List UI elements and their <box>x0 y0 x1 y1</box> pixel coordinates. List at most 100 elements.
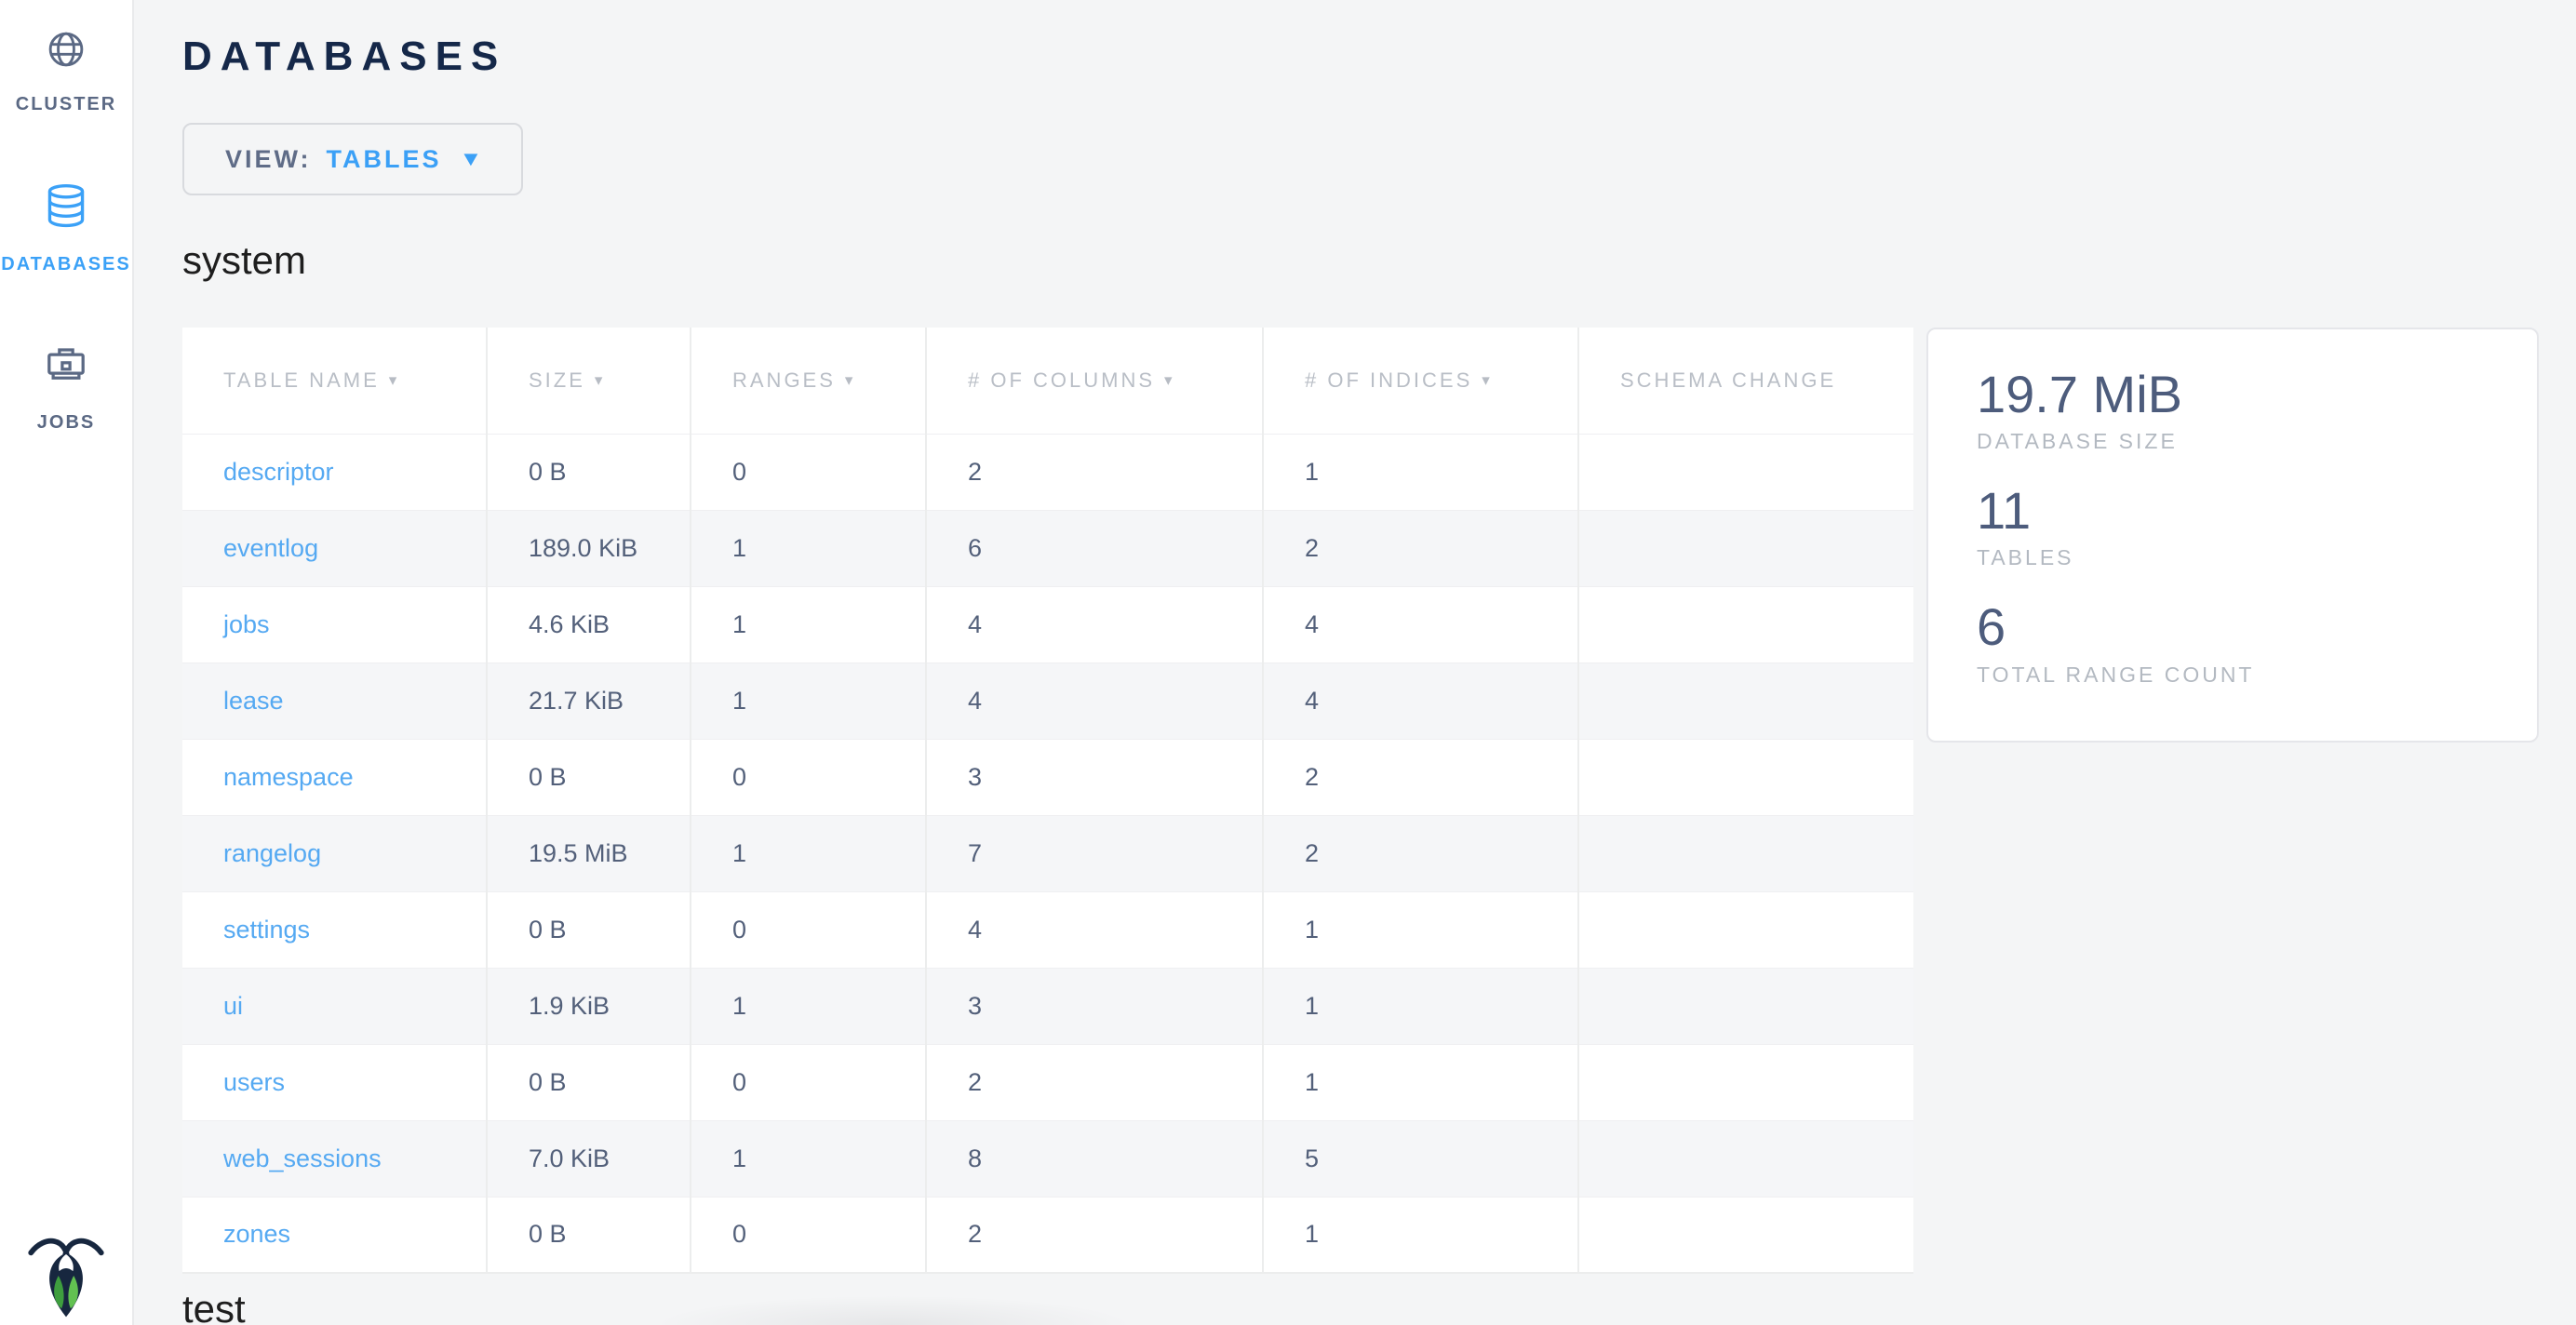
column-header-ranges[interactable]: RANGES▾ <box>691 328 926 434</box>
table-name-cell: web_sessions <box>182 1120 487 1197</box>
table-row: rangelog 19.5 MiB 1 7 2 <box>182 815 1913 891</box>
view-dropdown-label: VIEW: <box>225 145 312 174</box>
table-name-link[interactable]: web_sessions <box>223 1144 382 1172</box>
ranges-cell: 0 <box>691 1044 926 1120</box>
indices-count-cell: 2 <box>1263 510 1578 586</box>
view-dropdown[interactable]: VIEW: TABLES ▼ <box>182 123 523 195</box>
stat-total-range-count: 6 TOTAL RANGE COUNT <box>1977 596 2500 687</box>
table-name-cell: eventlog <box>182 510 487 586</box>
indices-count-cell: 1 <box>1263 1044 1578 1120</box>
stat-label: TABLES <box>1977 545 2500 570</box>
sidebar-item-label: CLUSTER <box>16 94 116 115</box>
table-row: web_sessions 7.0 KiB 1 8 5 <box>182 1120 1913 1197</box>
sidebar: CLUSTER DATABASES JOBS <box>0 0 134 1325</box>
size-cell: 0 B <box>487 1044 691 1120</box>
table-name-link[interactable]: rangelog <box>223 839 321 867</box>
schema-change-cell <box>1578 891 1913 968</box>
sidebar-item-label: JOBS <box>37 412 95 434</box>
tables-table: TABLE NAME▾ SIZE▾ RANGES▾ # OF COLUMNS▾ … <box>182 328 1913 1274</box>
columns-count-cell: 2 <box>926 1197 1263 1273</box>
column-header-table-name[interactable]: TABLE NAME▾ <box>182 328 487 434</box>
sidebar-item-databases[interactable]: DATABASES <box>0 181 132 275</box>
column-header-indices[interactable]: # OF INDICES▾ <box>1263 328 1578 434</box>
table-name-cell: lease <box>182 662 487 739</box>
sidebar-item-cluster[interactable]: CLUSTER <box>0 28 132 115</box>
table-name-link[interactable]: zones <box>223 1220 290 1248</box>
indices-count-cell: 4 <box>1263 662 1578 739</box>
columns-count-cell: 7 <box>926 815 1263 891</box>
table-name-link[interactable]: ui <box>223 992 243 1020</box>
indices-count-cell: 4 <box>1263 586 1578 662</box>
database-section-heading-system: system <box>182 238 2576 283</box>
stat-database-size: 19.7 MiB DATABASE SIZE <box>1977 363 2500 454</box>
table-row: lease 21.7 KiB 1 4 4 <box>182 662 1913 739</box>
database-summary-card: 19.7 MiB DATABASE SIZE 11 TABLES 6 TOTAL… <box>1926 328 2539 743</box>
size-cell: 19.5 MiB <box>487 815 691 891</box>
table-row: ui 1.9 KiB 1 3 1 <box>182 968 1913 1044</box>
column-header-schema-change: SCHEMA CHANGE <box>1578 328 1913 434</box>
page-title: DATABASES <box>182 33 2576 80</box>
column-header-size[interactable]: SIZE▾ <box>487 328 691 434</box>
table-row: users 0 B 0 2 1 <box>182 1044 1913 1120</box>
table-name-link[interactable]: lease <box>223 687 284 715</box>
view-dropdown-value: TABLES <box>327 145 442 174</box>
indices-count-cell: 2 <box>1263 739 1578 815</box>
columns-count-cell: 4 <box>926 662 1263 739</box>
schema-change-cell <box>1578 586 1913 662</box>
sort-caret-icon: ▾ <box>1164 371 1175 389</box>
columns-count-cell: 3 <box>926 968 1263 1044</box>
schema-change-cell <box>1578 968 1913 1044</box>
ranges-cell: 0 <box>691 434 926 510</box>
table-header-row: TABLE NAME▾ SIZE▾ RANGES▾ # OF COLUMNS▾ … <box>182 328 1913 434</box>
main-content: DATABASES VIEW: TABLES ▼ system TABLE NA… <box>136 0 2576 1325</box>
size-cell: 1.9 KiB <box>487 968 691 1044</box>
schema-change-cell <box>1578 1197 1913 1273</box>
table-name-cell: zones <box>182 1197 487 1273</box>
stat-value: 6 <box>1977 596 2500 658</box>
table-name-cell: ui <box>182 968 487 1044</box>
table-name-link[interactable]: namespace <box>223 763 354 791</box>
schema-change-cell <box>1578 1044 1913 1120</box>
table-name-cell: rangelog <box>182 815 487 891</box>
sort-caret-icon: ▾ <box>389 371 400 389</box>
database-icon <box>41 181 91 235</box>
columns-count-cell: 4 <box>926 586 1263 662</box>
columns-count-cell: 4 <box>926 891 1263 968</box>
indices-count-cell: 2 <box>1263 815 1578 891</box>
sidebar-item-jobs[interactable]: JOBS <box>0 341 132 434</box>
stat-label: DATABASE SIZE <box>1977 429 2500 454</box>
briefcase-icon <box>42 341 90 394</box>
columns-count-cell: 6 <box>926 510 1263 586</box>
indices-count-cell: 1 <box>1263 891 1578 968</box>
schema-change-cell <box>1578 1120 1913 1197</box>
size-cell: 4.6 KiB <box>487 586 691 662</box>
table-name-cell: settings <box>182 891 487 968</box>
globe-icon <box>45 28 87 75</box>
columns-count-cell: 2 <box>926 434 1263 510</box>
size-cell: 0 B <box>487 434 691 510</box>
table-name-link[interactable]: settings <box>223 916 310 944</box>
ranges-cell: 1 <box>691 586 926 662</box>
columns-count-cell: 2 <box>926 1044 1263 1120</box>
table-name-link[interactable]: eventlog <box>223 534 318 562</box>
table-name-link[interactable]: users <box>223 1068 285 1096</box>
table-row: zones 0 B 0 2 1 <box>182 1197 1913 1273</box>
sort-caret-icon: ▾ <box>595 371 606 389</box>
table-name-cell: namespace <box>182 739 487 815</box>
schema-change-cell <box>1578 815 1913 891</box>
table-name-link[interactable]: jobs <box>223 610 270 638</box>
ranges-cell: 1 <box>691 815 926 891</box>
indices-count-cell: 1 <box>1263 1197 1578 1273</box>
sort-caret-icon: ▾ <box>845 371 856 389</box>
table-name-link[interactable]: descriptor <box>223 458 334 486</box>
ranges-cell: 0 <box>691 739 926 815</box>
cockroach-bug-logo <box>24 1233 108 1323</box>
table-row: namespace 0 B 0 3 2 <box>182 739 1913 815</box>
indices-count-cell: 1 <box>1263 968 1578 1044</box>
ranges-cell: 1 <box>691 662 926 739</box>
size-cell: 0 B <box>487 1197 691 1273</box>
column-header-columns[interactable]: # OF COLUMNS▾ <box>926 328 1263 434</box>
schema-change-cell <box>1578 662 1913 739</box>
stat-value: 19.7 MiB <box>1977 363 2500 425</box>
table-name-cell: jobs <box>182 586 487 662</box>
